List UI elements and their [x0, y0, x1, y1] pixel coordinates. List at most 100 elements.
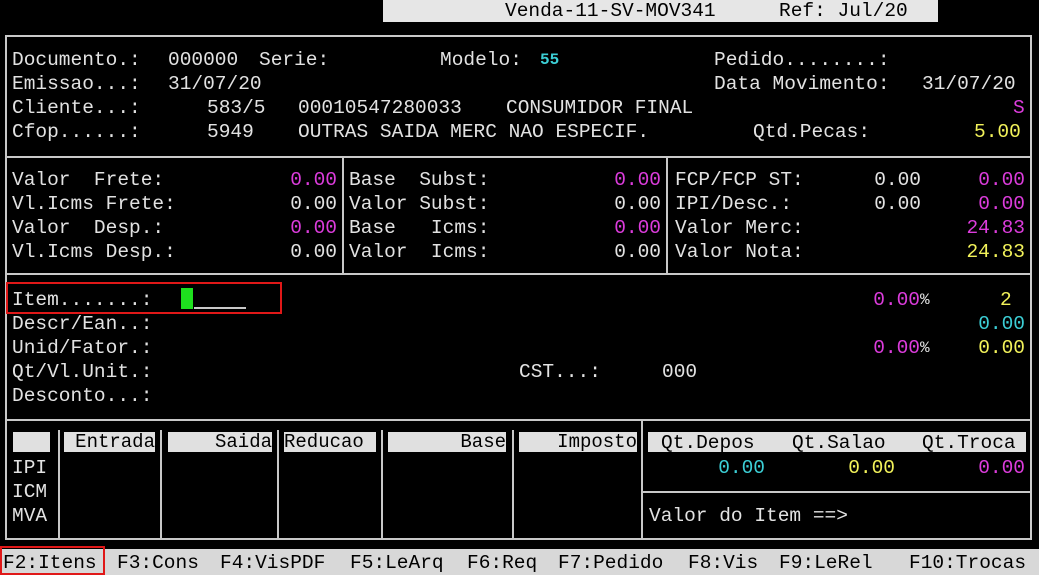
- cliente-document: 00010547280033: [298, 97, 462, 119]
- fkey-f6-req[interactable]: F6:Req: [467, 551, 537, 575]
- fkey-f5-learq[interactable]: F5:LeArq: [350, 551, 444, 575]
- item-pct-2: 0.00: [873, 337, 920, 359]
- divider-qt: [641, 491, 1032, 493]
- fkey-f4-vispdf[interactable]: F4:VisPDF: [220, 551, 325, 575]
- fkey-f2-itens[interactable]: F2:Itens: [3, 551, 97, 575]
- tax-header-entrada: Entrada: [64, 432, 155, 453]
- cfop-description: OUTRAS SAIDA MERC NAO ESPECIF.: [298, 121, 650, 143]
- fkey-f10-trocas[interactable]: F10:Trocas: [909, 551, 1026, 575]
- emissao-label: Emissao...:: [12, 73, 141, 95]
- fkey-f7-pedido[interactable]: F7:Pedido: [558, 551, 663, 575]
- divider-header: [5, 156, 1032, 158]
- unid-fator-value: 0.00: [978, 337, 1025, 359]
- col-line-3: [277, 430, 279, 540]
- cliente-label: Cliente...:: [12, 97, 141, 119]
- valor-subst-label: Valor Subst:: [349, 193, 490, 215]
- reference-period: Ref: Jul/20: [779, 0, 908, 22]
- descr-ean-label: Descr/Ean..:: [12, 313, 153, 335]
- divider-item: [5, 419, 1032, 421]
- item-pct-1: 0.00: [873, 289, 920, 311]
- cfop-value[interactable]: 5949: [207, 120, 254, 144]
- valor-icms-value: 0.00: [614, 241, 661, 263]
- fcp-label: FCP/FCP ST:: [675, 169, 804, 191]
- valor-merc-label: Valor Merc:: [675, 217, 804, 239]
- valor-nota-value: 24.83: [966, 241, 1025, 263]
- cliente-flag: S: [1013, 97, 1025, 119]
- tax-header-blank: [13, 432, 50, 452]
- fkey-f9-lerel[interactable]: F9:LeRel: [779, 551, 873, 575]
- valor-nota-label: Valor Nota:: [675, 241, 804, 263]
- qtd-pecas-value: 5.00: [974, 121, 1021, 143]
- vlicms-desp-label: Vl.Icms Desp.:: [12, 241, 176, 263]
- data-movimento-label: Data Movimento:: [714, 73, 890, 95]
- text-cursor: [181, 288, 193, 309]
- tax-header-base: Base: [388, 432, 506, 453]
- valor-desp-value[interactable]: 0.00: [262, 216, 337, 240]
- tax-header-imposto: Imposto: [519, 432, 637, 453]
- divider-v2: [666, 156, 668, 275]
- col-line-2: [160, 430, 162, 540]
- data-movimento-value[interactable]: 31/07/20: [922, 72, 1016, 96]
- serie-label: Serie:: [259, 49, 330, 71]
- valor-frete-value[interactable]: 0.00: [262, 168, 337, 192]
- cfop-label: Cfop......:: [12, 121, 141, 143]
- valor-frete-label: Valor Frete:: [12, 169, 165, 191]
- vlicms-frete-value: 0.00: [290, 193, 337, 215]
- col-line-4: [381, 430, 383, 540]
- qt-troca-value: 0.00: [978, 457, 1025, 479]
- documento-value[interactable]: 000000: [168, 48, 238, 72]
- fkey-f8-vis[interactable]: F8:Vis: [688, 551, 758, 575]
- item-input[interactable]: [194, 307, 246, 309]
- cst-label: CST...:: [519, 361, 601, 383]
- valor-merc-value: 24.83: [966, 217, 1025, 239]
- emissao-value[interactable]: 31/07/20: [168, 72, 262, 96]
- base-icms-label: Base Icms:: [349, 217, 490, 239]
- vlicms-frete-label: Vl.Icms Frete:: [12, 193, 176, 215]
- valor-do-item-label: Valor do Item ==>: [649, 505, 848, 527]
- modelo-value[interactable]: 55: [540, 48, 559, 72]
- valor-icms-label: Valor Icms:: [349, 241, 490, 263]
- item-count: 2: [1000, 289, 1012, 311]
- ipi-desc-value-a: 0.00: [874, 193, 921, 215]
- col-line-5: [512, 430, 514, 540]
- fkey-f3-cons[interactable]: F3:Cons: [117, 551, 199, 575]
- unid-fator-label: Unid/Fator.:: [12, 337, 153, 359]
- base-subst-label: Base Subst:: [349, 169, 490, 191]
- ipi-desc-value-b: 0.00: [978, 193, 1025, 215]
- program-name: Venda-11-SV-MOV341: [505, 0, 716, 22]
- frame-right: [1030, 35, 1032, 540]
- base-subst-value[interactable]: 0.00: [586, 168, 661, 192]
- cst-value[interactable]: 000: [662, 360, 697, 384]
- tax-row-mva: MVA: [12, 505, 48, 527]
- valor-desp-label: Valor Desp.:: [12, 217, 165, 239]
- tax-header-saida: Saida: [168, 432, 272, 453]
- desconto-label: Desconto...:: [12, 385, 153, 407]
- base-icms-value[interactable]: 0.00: [586, 216, 661, 240]
- divider-v1: [342, 156, 344, 275]
- qt-header-troca: Qt.Troca: [922, 432, 1016, 454]
- valor-subst-value: 0.00: [614, 193, 661, 215]
- qt-header-depos: Qt.Depos: [661, 432, 755, 454]
- qt-header-salao: Qt.Salao: [792, 432, 886, 454]
- qt-depos-value: 0.00: [718, 457, 765, 479]
- qt-salao-value: 0.00: [848, 457, 895, 479]
- qt-vl-unit-label: Qt/Vl.Unit.:: [12, 361, 153, 383]
- tax-row-icm: ICM: [12, 481, 48, 503]
- tax-row-ipi: IPI: [12, 457, 48, 479]
- cliente-name: CONSUMIDOR FINAL: [506, 97, 694, 119]
- item-pct-sign-1: %: [920, 291, 930, 309]
- divider-totals: [5, 273, 1032, 275]
- item-label: Item.......:: [12, 289, 153, 311]
- documento-label: Documento.:: [12, 49, 141, 71]
- ipi-desc-label: IPI/Desc.:: [675, 193, 793, 215]
- vlicms-desp-value: 0.00: [290, 241, 337, 263]
- divider-v3: [641, 419, 643, 540]
- tax-header-reducao: Reducao: [284, 432, 376, 453]
- col-line-1: [58, 430, 60, 540]
- qtd-pecas-label: Qtd.Pecas:: [753, 121, 871, 143]
- fcp-value-b: 0.00: [978, 169, 1025, 191]
- cliente-code[interactable]: 583/5: [207, 96, 266, 120]
- frame-top: [5, 35, 1032, 37]
- modelo-label: Modelo:: [440, 49, 522, 71]
- descr-ean-value: 0.00: [978, 313, 1025, 335]
